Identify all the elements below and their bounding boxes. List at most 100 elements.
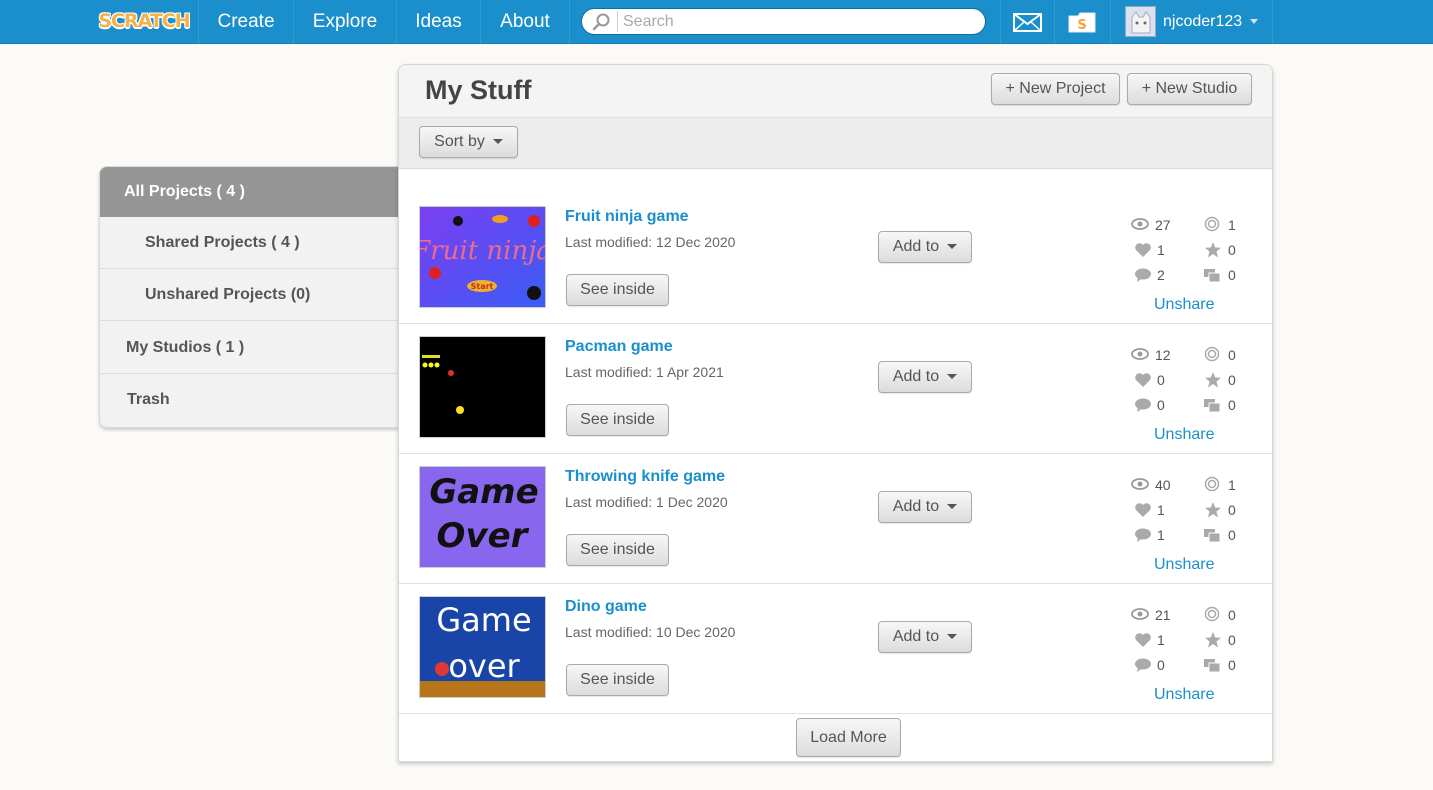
comment-icon: [1135, 528, 1151, 542]
remixes-count: 0: [1228, 347, 1236, 363]
nav-explore-link[interactable]: Explore: [294, 0, 396, 44]
add-to-dropdown[interactable]: Add to: [878, 231, 972, 263]
nav-separator: [1110, 0, 1111, 44]
studio-icon: [1204, 399, 1221, 413]
views-icon: [1131, 478, 1149, 490]
chevron-down-icon: [492, 139, 503, 145]
remix-icon: [1204, 476, 1220, 492]
comment-icon: [1135, 398, 1151, 412]
new-studio-button[interactable]: + New Studio: [1127, 73, 1252, 105]
panel-header: My Stuff + New Project + New Studio: [399, 65, 1272, 117]
sidebar-item-trash[interactable]: Trash: [100, 374, 399, 426]
unshare-link[interactable]: Unshare: [1154, 426, 1214, 444]
project-title-link[interactable]: Pacman game: [565, 338, 673, 356]
project-thumbnail[interactable]: [419, 336, 546, 438]
chevron-down-icon: [947, 244, 958, 250]
chevron-down-icon: [947, 374, 958, 380]
studio-icon: [1204, 659, 1221, 673]
new-project-button[interactable]: + New Project: [991, 73, 1120, 105]
see-inside-button[interactable]: See inside: [566, 404, 669, 436]
project-thumbnail[interactable]: Game Over: [419, 466, 546, 568]
sidebar-item-all-projects[interactable]: All Projects ( 4 ): [100, 167, 399, 217]
sidebar-item-unshared-projects[interactable]: Unshared Projects (0): [100, 269, 399, 321]
scratch-logo[interactable]: SCRATCH: [98, 6, 190, 36]
project-thumbnail[interactable]: Game over: [419, 596, 546, 698]
search-input[interactable]: [623, 11, 973, 32]
thumb-text: Fruit ninja: [420, 236, 545, 266]
studios-count: 0: [1228, 657, 1236, 673]
loves-count: 1: [1157, 632, 1165, 648]
love-icon: [1135, 373, 1151, 387]
my-stuff-panel: My Stuff + New Project + New Studio Sort…: [398, 64, 1273, 762]
favorite-icon: [1205, 372, 1221, 388]
project-row: Game over Dino game Last modified: 10 De…: [399, 584, 1272, 714]
add-to-label: Add to: [892, 498, 940, 515]
views-icon: [1131, 348, 1149, 360]
studios-count: 0: [1228, 397, 1236, 413]
thumb-text: Game: [429, 472, 538, 512]
messages-icon[interactable]: [1013, 13, 1042, 32]
project-title-link[interactable]: Dino game: [565, 598, 647, 616]
remixes-count: 1: [1228, 477, 1236, 493]
project-row: Game Over Throwing knife game Last modif…: [399, 454, 1272, 584]
add-to-dropdown[interactable]: Add to: [878, 361, 972, 393]
sort-by-dropdown[interactable]: Sort by: [419, 126, 518, 158]
top-navigation: SCRATCH Create Explore Ideas About S njc…: [0, 0, 1433, 44]
unshare-link[interactable]: Unshare: [1154, 296, 1214, 314]
remix-icon: [1204, 606, 1220, 622]
see-inside-button[interactable]: See inside: [566, 274, 669, 306]
favorites-count: 0: [1228, 372, 1236, 388]
sort-by-label: Sort by: [434, 133, 485, 150]
project-modified-date: Last modified: 1 Apr 2021: [565, 364, 724, 380]
add-to-label: Add to: [892, 368, 940, 385]
add-to-dropdown[interactable]: Add to: [878, 621, 972, 653]
sidebar: All Projects ( 4 ) Shared Projects ( 4 )…: [99, 166, 399, 428]
see-inside-button[interactable]: See inside: [566, 534, 669, 566]
nav-create-link[interactable]: Create: [199, 0, 293, 44]
sidebar-item-my-studios[interactable]: My Studios ( 1 ): [100, 322, 399, 374]
thumb-text: Start: [471, 282, 494, 291]
favorites-count: 0: [1228, 242, 1236, 258]
favorites-count: 0: [1228, 632, 1236, 648]
project-title-link[interactable]: Fruit ninja game: [565, 208, 689, 226]
comments-count: 0: [1157, 657, 1165, 673]
chevron-down-icon[interactable]: [1250, 19, 1258, 24]
thumb-text: over: [448, 647, 520, 685]
nav-separator: [1054, 0, 1055, 44]
project-modified-date: Last modified: 10 Dec 2020: [565, 624, 736, 640]
nav-ideas-link[interactable]: Ideas: [397, 0, 480, 44]
favorite-icon: [1205, 242, 1221, 258]
search-box: [581, 8, 986, 35]
project-thumbnail[interactable]: Fruit ninja Start: [419, 206, 546, 308]
project-modified-date: Last modified: 12 Dec 2020: [565, 234, 736, 250]
favorites-count: 0: [1228, 502, 1236, 518]
favorite-icon: [1205, 502, 1221, 518]
add-to-label: Add to: [892, 628, 940, 645]
nav-about-link[interactable]: About: [481, 0, 569, 44]
nav-separator: [1272, 0, 1273, 44]
project-row: Pacman game Last modified: 1 Apr 2021 Se…: [399, 324, 1272, 454]
project-title-link[interactable]: Throwing knife game: [565, 468, 725, 486]
avatar[interactable]: [1125, 6, 1156, 37]
comments-count: 2: [1157, 267, 1165, 283]
unshare-link[interactable]: Unshare: [1154, 686, 1214, 704]
nav-separator: [569, 0, 570, 44]
add-to-dropdown[interactable]: Add to: [878, 491, 972, 523]
views-count: 12: [1155, 347, 1171, 363]
load-more-button[interactable]: Load More: [796, 718, 901, 757]
remixes-count: 0: [1228, 607, 1236, 623]
username[interactable]: njcoder123: [1163, 0, 1242, 44]
thumb-text: Game: [436, 601, 531, 639]
my-stuff-icon[interactable]: S: [1067, 10, 1097, 34]
unshare-link[interactable]: Unshare: [1154, 556, 1214, 574]
favorite-icon: [1205, 632, 1221, 648]
views-count: 21: [1155, 607, 1171, 623]
chevron-down-icon: [947, 634, 958, 640]
page-title: My Stuff: [425, 75, 532, 105]
love-icon: [1135, 503, 1151, 517]
comment-icon: [1135, 658, 1151, 672]
see-inside-button[interactable]: See inside: [566, 664, 669, 696]
sidebar-item-shared-projects[interactable]: Shared Projects ( 4 ): [100, 217, 399, 269]
comments-count: 0: [1157, 397, 1165, 413]
search-icon[interactable]: [592, 13, 612, 31]
